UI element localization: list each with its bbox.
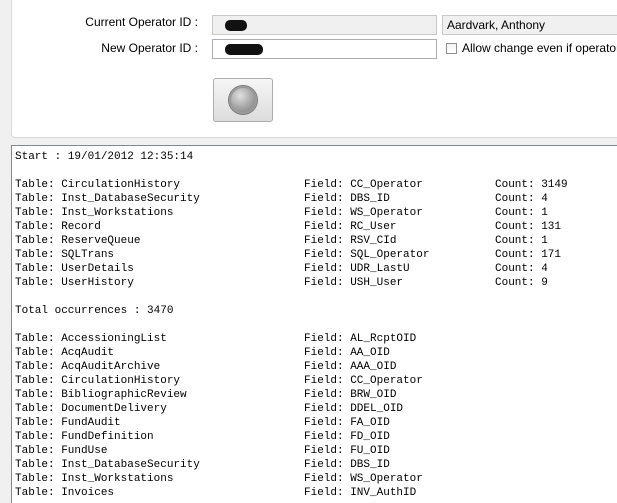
- log-field-cell: Field: CC_Operator: [304, 179, 423, 191]
- redacted-value: [225, 44, 263, 56]
- log-table-cell: Table: DocumentDelivery: [15, 403, 167, 415]
- new-operator-id-field[interactable]: [212, 39, 437, 59]
- log-table-cell: Table: ReserveQueue: [15, 235, 141, 247]
- log-start-line: Start : 19/01/2012 12:35:14: [15, 151, 194, 163]
- log-occurrence-row: Table: UserDetails Field: UDR_LastU Count:…: [12, 262, 612, 276]
- allow-change-checkbox[interactable]: [446, 43, 457, 54]
- log-count-cell: Count: 4: [495, 263, 548, 275]
- log-field-cell: Field: WS_Operator: [304, 207, 423, 219]
- log-field-cell: Field: RC_User: [304, 221, 397, 233]
- log-occurrence-row: Table: Inst_Workstations Field: WS_Operat…: [12, 206, 612, 220]
- log-field-cell: Field: WS_Operator: [304, 473, 423, 485]
- log-table-cell: Table: CirculationHistory: [15, 179, 181, 191]
- log-field-row: Table: Inst_DatabaseSecurity Field: DBS_I…: [12, 458, 612, 472]
- log-field-cell: Field: BRW_OID: [304, 389, 397, 401]
- log-field-cell: Field: SQL_Operator: [304, 249, 430, 261]
- log-field-row: Table: FundDefinition Field: FD_OID: [12, 430, 612, 444]
- log-field-cell: Field: AAA_OID: [304, 361, 397, 373]
- log-field-row: Table: Invoices Field: INV_AuthID: [12, 486, 612, 500]
- log-field-row: Table: CirculationHistory Field: CC_Opera…: [12, 374, 612, 388]
- log-table-cell: Table: Record: [15, 221, 101, 233]
- log-occurrence-row: Table: Inst_DatabaseSecurity Field: DBS_I…: [12, 192, 612, 206]
- log-field-cell: Field: FU_OID: [304, 445, 390, 457]
- log-table-cell: Table: BibliographicReview: [15, 389, 187, 401]
- log-count-cell: Count: 171: [495, 249, 562, 261]
- log-field-cell: Field: DDEL_OID: [304, 403, 404, 415]
- redacted-value: [225, 20, 247, 32]
- results-log[interactable]: Start : 19/01/2012 12:35:14 Table: Circul…: [11, 145, 617, 503]
- log-count-cell: Count: 131: [495, 221, 562, 233]
- new-operator-label: New Operator ID :: [101, 41, 198, 55]
- log-table-cell: Table: FundAudit: [15, 417, 121, 429]
- log-field-cell: Field: FA_OID: [304, 417, 390, 429]
- log-count-cell: Count: 1: [495, 235, 548, 247]
- log-occurrence-row: Table: Record Field: RC_User Count: 131: [12, 220, 612, 234]
- log-occurrence-row: Table: SQLTrans Field: SQL_Operator Count:…: [12, 248, 612, 262]
- allow-change-label: Allow change even if operator no: [462, 41, 617, 55]
- log-field-row: Table: FundUse Field: FU_OID: [12, 444, 612, 458]
- log-field-cell: Field: DBS_ID: [304, 193, 390, 205]
- log-count-cell: Count: 4: [495, 193, 548, 205]
- log-table-cell: Table: FundDefinition: [15, 431, 154, 443]
- log-table-cell: Table: CirculationHistory: [15, 375, 181, 387]
- log-field-cell: Field: AL_RcptOID: [304, 333, 417, 345]
- log-count-cell: Count: 1: [495, 207, 548, 219]
- orb-icon: [229, 86, 257, 114]
- log-field-row: Table: DocumentDelivery Field: DDEL_OID: [12, 402, 612, 416]
- log-table-cell: Table: Inst_Workstations: [15, 207, 174, 219]
- log-field-row: Table: AcqAuditArchive Field: AAA_OID: [12, 360, 612, 374]
- log-field-cell: Field: USH_User: [304, 277, 404, 289]
- current-operator-label: Current Operator ID :: [85, 15, 198, 29]
- log-table-cell: Table: Invoices: [15, 487, 115, 499]
- log-table-cell: Table: AcqAuditArchive: [15, 361, 161, 373]
- log-field-row: Table: AccessioningList Field: AL_RcptOID: [12, 332, 612, 346]
- log-field-row: Table: Inst_Workstations Field: WS_Operat…: [12, 472, 612, 486]
- log-count-cell: Count: 3149: [495, 179, 568, 191]
- log-table-cell: Table: AcqAudit: [15, 347, 115, 359]
- log-table-cell: Table: SQLTrans: [15, 249, 115, 261]
- log-total-line: Total occurrences : 3470: [15, 305, 174, 317]
- log-table-cell: Table: Inst_DatabaseSecurity: [15, 193, 200, 205]
- current-operator-id-field[interactable]: [212, 15, 437, 35]
- log-occurrence-row: Table: CirculationHistory Field: CC_Opera…: [12, 178, 612, 192]
- log-table-cell: Table: AccessioningList: [15, 333, 167, 345]
- log-table-cell: Table: Inst_Workstations: [15, 473, 174, 485]
- log-occurrence-row: Table: UserHistory Field: USH_User Count: …: [12, 276, 612, 290]
- log-field-cell: Field: INV_AuthID: [304, 487, 417, 499]
- current-operator-name-field: Aardvark, Anthony: [442, 15, 617, 35]
- log-field-cell: Field: UDR_LastU: [304, 263, 410, 275]
- log-table-cell: Table: UserDetails: [15, 263, 134, 275]
- log-table-cell: Table: UserHistory: [15, 277, 134, 289]
- log-field-row: Table: FundAudit Field: FA_OID: [12, 416, 612, 430]
- log-count-cell: Count: 9: [495, 277, 548, 289]
- log-field-cell: Field: AA_OID: [304, 347, 390, 359]
- log-field-row: Table: AcqAudit Field: AA_OID: [12, 346, 612, 360]
- log-field-cell: Field: FD_OID: [304, 431, 390, 443]
- log-occurrence-row: Table: ReserveQueue Field: RSV_CId Count: …: [12, 234, 612, 248]
- log-table-cell: Table: Inst_DatabaseSecurity: [15, 459, 200, 471]
- log-table-cell: Table: FundUse: [15, 445, 108, 457]
- log-field-cell: Field: RSV_CId: [304, 235, 397, 247]
- process-button[interactable]: [213, 78, 273, 122]
- log-field-row: Table: BibliographicReview Field: BRW_OID: [12, 388, 612, 402]
- log-field-cell: Field: CC_Operator: [304, 375, 423, 387]
- log-field-cell: Field: DBS_ID: [304, 459, 390, 471]
